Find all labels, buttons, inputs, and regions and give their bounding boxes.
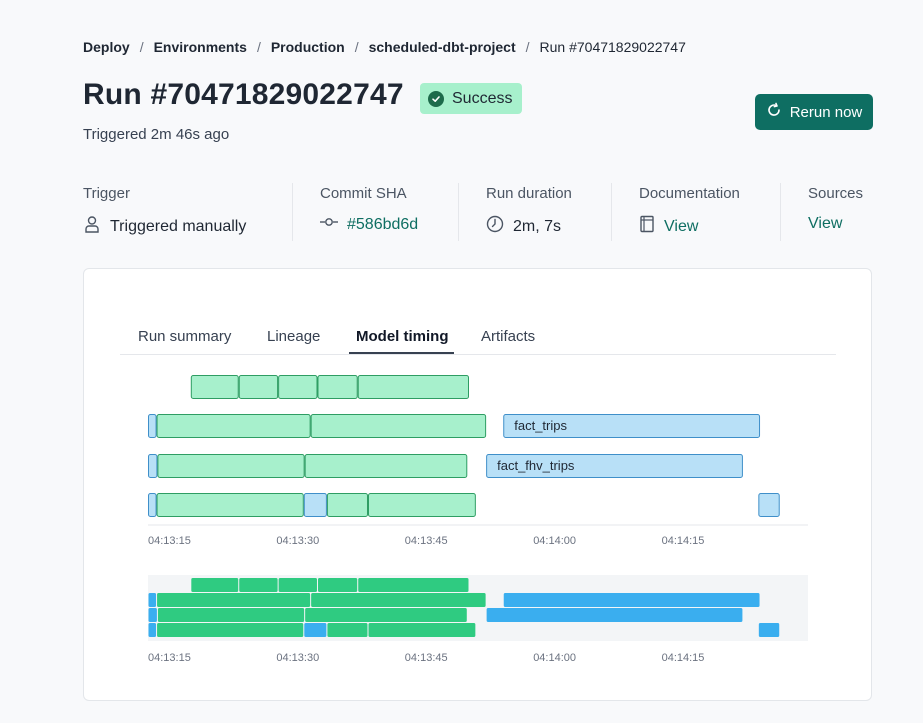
overview-bar-model bbox=[305, 608, 467, 622]
timing-bar-other[interactable] bbox=[303, 493, 327, 517]
timing-bar-model[interactable] bbox=[317, 375, 358, 399]
x-tick-label: 04:14:15 bbox=[662, 535, 705, 547]
overview-bar-other bbox=[148, 608, 157, 622]
overview-tick-label: 04:14:00 bbox=[533, 652, 576, 664]
overview-tick-label: 04:13:45 bbox=[405, 652, 448, 664]
timing-bar-model[interactable] bbox=[326, 493, 368, 517]
timing-bar-other[interactable] bbox=[148, 454, 158, 478]
overview-bar-other bbox=[148, 623, 157, 637]
overview-bar-model bbox=[157, 608, 305, 622]
timing-bar-label: fact_fhv_trips bbox=[497, 458, 575, 473]
timing-bar-model[interactable] bbox=[156, 493, 304, 517]
timing-bar-other[interactable] bbox=[148, 414, 157, 438]
x-tick-label: 04:13:15 bbox=[148, 535, 191, 547]
model-timing-chart: fact_trips fact_fhv_trips 04:13:15 04:13:30… bbox=[148, 375, 808, 664]
overview-bar-model bbox=[278, 578, 317, 592]
timing-bar-model[interactable] bbox=[367, 493, 476, 517]
timing-bar-model[interactable] bbox=[156, 414, 311, 438]
overview-bar-model bbox=[368, 623, 476, 637]
overview-bar-other bbox=[486, 608, 743, 622]
timing-bar-model[interactable] bbox=[278, 375, 318, 399]
timing-bar-other[interactable] bbox=[758, 493, 780, 517]
overview-bar-other bbox=[304, 623, 327, 637]
x-tick-label: 04:14:00 bbox=[533, 535, 576, 547]
overview-bar-model bbox=[358, 578, 469, 592]
overview-bar-other bbox=[148, 593, 157, 607]
x-tick-label: 04:13:45 bbox=[405, 535, 448, 547]
overview-bar-other bbox=[758, 623, 780, 637]
timing-bar-model[interactable] bbox=[238, 375, 279, 399]
overview-tick-label: 04:13:15 bbox=[148, 652, 191, 664]
x-tick-label: 04:13:30 bbox=[276, 535, 319, 547]
overview-bar-model bbox=[239, 578, 278, 592]
overview-tick-label: 04:14:15 bbox=[662, 652, 705, 664]
timing-bar-model[interactable] bbox=[310, 414, 487, 438]
overview-bar-model bbox=[317, 578, 358, 592]
timing-bar-label: fact_trips bbox=[514, 418, 567, 433]
overview-tick-label: 04:13:30 bbox=[276, 652, 319, 664]
timing-bar-model[interactable] bbox=[190, 375, 239, 399]
timing-bar-other[interactable] bbox=[148, 493, 157, 517]
timing-bar-model[interactable] bbox=[357, 375, 469, 399]
timing-bar-model[interactable] bbox=[157, 454, 305, 478]
overview-bar-other bbox=[503, 593, 760, 607]
overview-bar-model bbox=[191, 578, 239, 592]
overview-bar-model bbox=[157, 593, 311, 607]
overview-bar-model bbox=[157, 623, 304, 637]
timing-bar-model[interactable] bbox=[304, 454, 468, 478]
overview-bar-model bbox=[327, 623, 368, 637]
overview-bar-model bbox=[311, 593, 486, 607]
